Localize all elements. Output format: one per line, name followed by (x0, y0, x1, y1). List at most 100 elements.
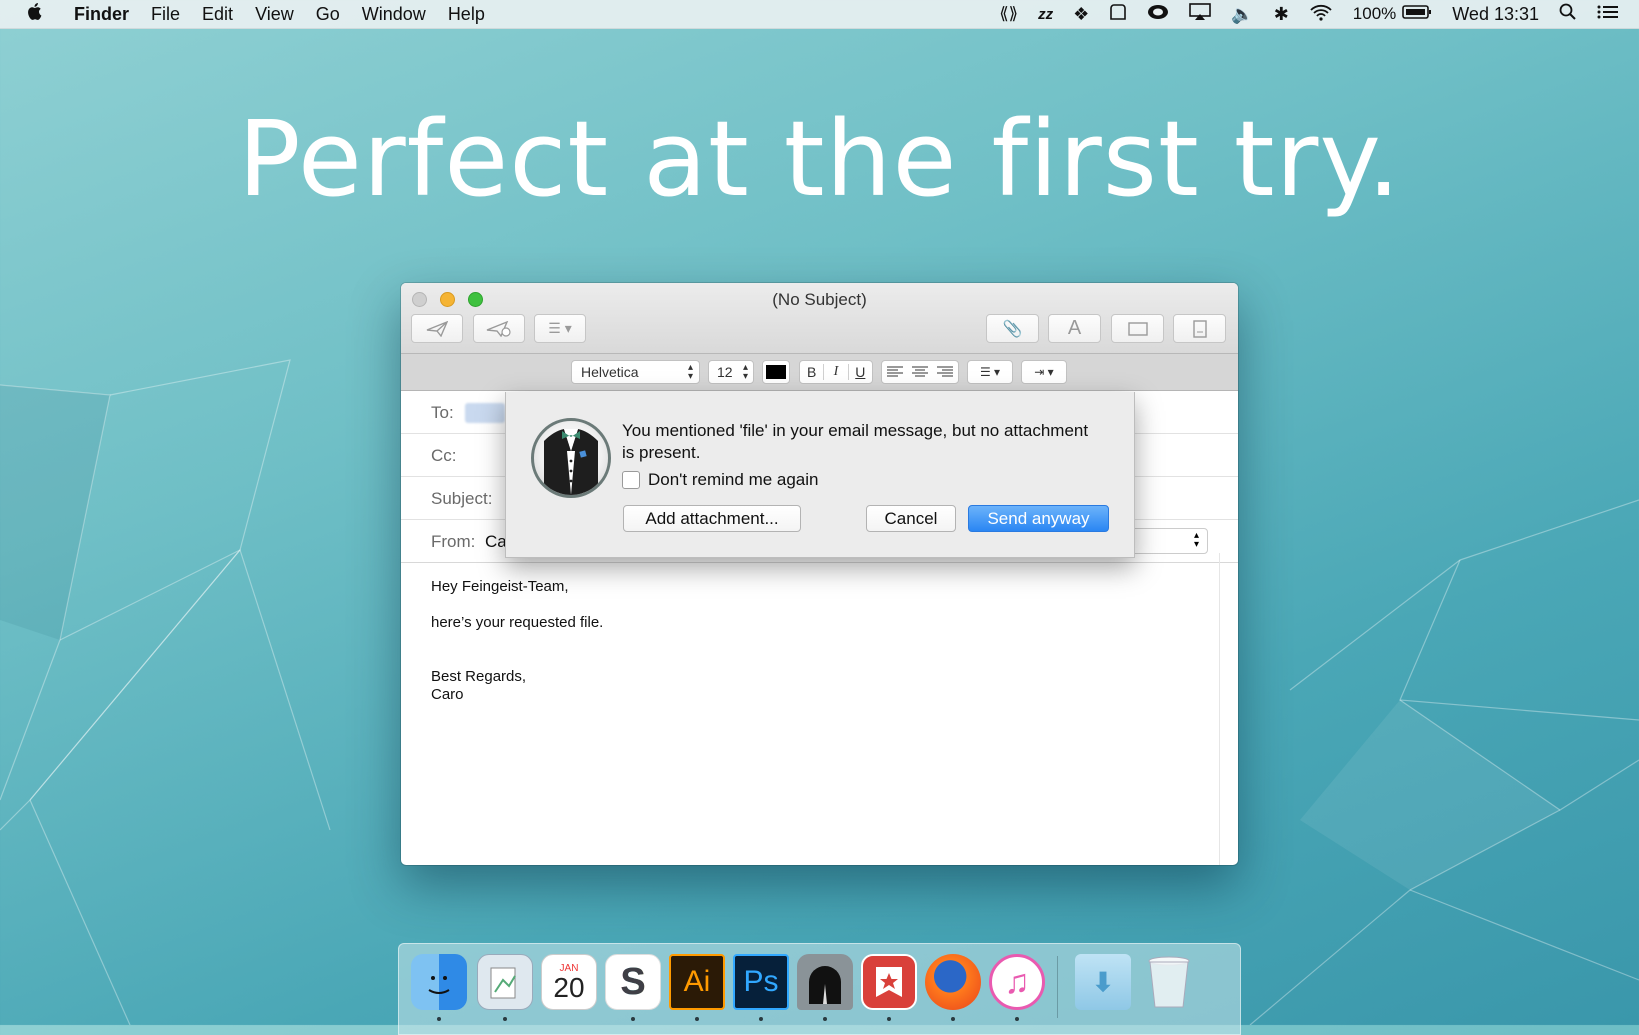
indent-select[interactable]: ⇥ ▾ (1021, 360, 1067, 384)
dropbox-icon[interactable]: ❖ (1073, 4, 1089, 25)
from-label: From: (431, 532, 476, 551)
menu-edit[interactable]: Edit (202, 4, 233, 25)
illustrator-icon[interactable]: Ai (669, 954, 725, 1010)
format-bar: Helvetica ▴ ▾ 12 ▴ ▾ B I U ☰ ▾ ⇥ ▾ (401, 354, 1238, 391)
menu-help[interactable]: Help (448, 4, 485, 25)
body-line: Best Regards, (431, 668, 527, 685)
stationery-icon (1192, 319, 1207, 338)
window-title: (No Subject) (772, 290, 867, 309)
calendar-icon[interactable]: JAN 20 (541, 954, 597, 1010)
nzb-icon[interactable]: zz (1038, 6, 1053, 23)
text-color-well[interactable] (762, 360, 790, 384)
body-line: Hey Feingeist-Team, (431, 578, 569, 595)
menu-view[interactable]: View (255, 4, 294, 25)
wunderlist-icon[interactable] (861, 954, 917, 1010)
running-indicator (503, 1017, 507, 1021)
firefox-icon[interactable] (925, 954, 981, 1010)
preview-icon[interactable] (477, 954, 533, 1010)
align-left-icon[interactable] (886, 366, 903, 378)
running-indicator (823, 1017, 827, 1021)
finder-icon[interactable] (411, 954, 467, 1010)
spotlight-icon[interactable] (1559, 3, 1577, 26)
send-later-icon (486, 320, 511, 337)
font-format-icon: A (1067, 317, 1082, 339)
subject-label: Subject: (431, 489, 493, 508)
align-center-icon[interactable] (911, 366, 928, 378)
wifi-icon[interactable] (1309, 3, 1333, 26)
menu-app-name[interactable]: Finder (74, 4, 129, 25)
menu-file[interactable]: File (151, 4, 180, 25)
battery-percent: 100% (1352, 4, 1397, 23)
airplay-icon[interactable] (1189, 2, 1212, 26)
list-style-select[interactable]: ☰ ▾ (967, 360, 1013, 384)
stepper-icon: ▴ ▾ (742, 362, 748, 382)
photo-browser-button[interactable] (1111, 314, 1164, 343)
menu-go[interactable]: Go (316, 4, 340, 25)
italic-button[interactable]: I (824, 364, 849, 380)
header-fields-button[interactable]: ☰ ▾ (534, 314, 586, 343)
running-indicator (951, 1017, 955, 1021)
menu-window[interactable]: Window (362, 4, 426, 25)
stationery-button[interactable] (1173, 314, 1226, 343)
send-later-button[interactable] (473, 314, 525, 343)
font-select[interactable]: Helvetica ▴ ▾ (571, 360, 700, 384)
font-size: 12 (717, 364, 733, 380)
creative-cloud-icon[interactable] (1147, 4, 1169, 25)
slack-icon[interactable]: S (605, 954, 661, 1010)
clock[interactable]: Wed 13:31 (1452, 4, 1539, 25)
volume-icon[interactable]: 🔈 (1231, 4, 1253, 25)
list-options-icon: ☰ ▾ (548, 320, 572, 336)
recipient-token[interactable] (465, 403, 505, 423)
trash-icon[interactable] (1141, 954, 1197, 1010)
message-body[interactable]: Hey Feingeist-Team, here’s your requeste… (431, 578, 603, 704)
illustrator-label: Ai (683, 965, 711, 998)
headline: Perfect at the first try. (237, 98, 1402, 220)
tunnel-icon[interactable] (797, 954, 853, 1010)
running-indicator (695, 1017, 699, 1021)
itunes-icon[interactable]: ♫ (989, 954, 1045, 1010)
dropzone-icon[interactable]: ⟪⟫ (999, 4, 1018, 24)
style-group: B I U (799, 360, 873, 384)
send-anyway-button[interactable]: Send anyway (968, 505, 1109, 532)
format-button[interactable]: A (1048, 314, 1101, 343)
attachment-reminder-sheet: You mentioned 'file' in your email messa… (505, 392, 1135, 558)
font-size-select[interactable]: 12 ▴ ▾ (708, 360, 754, 384)
running-indicator (631, 1017, 635, 1021)
cc-label: Cc: (431, 446, 457, 465)
stepper-icon: ▴ ▾ (1193, 530, 1199, 550)
paperclip-icon: 📎 (1002, 320, 1023, 338)
send-button[interactable] (411, 314, 463, 343)
battery-icon[interactable] (1402, 4, 1432, 25)
align-right-icon[interactable] (937, 366, 954, 378)
running-indicator (759, 1017, 763, 1021)
attach-button[interactable]: 📎 (986, 314, 1039, 343)
menu-bar: Finder File Edit View Go Window Help ⟪⟫ … (0, 0, 1639, 29)
photo-browser-icon (1127, 321, 1148, 336)
notification-center-icon[interactable] (1597, 4, 1619, 25)
mail-compose-window: (No Subject) ☰ ▾ 📎 A Helvetica ▴ ▾ 12 ▴ … (401, 283, 1238, 865)
body-line: Caro (431, 686, 464, 703)
apple-icon[interactable] (26, 2, 42, 27)
color-swatch (766, 365, 786, 379)
cancel-button[interactable]: Cancel (866, 505, 956, 532)
font-name: Helvetica (581, 364, 639, 380)
music-note-icon: ♫ (1004, 962, 1030, 1001)
bullet-list-icon: ☰ ▾ (979, 365, 1001, 379)
scroll-divider (1219, 553, 1220, 865)
body-line: here’s your requested file. (431, 614, 604, 631)
stepper-icon: ▴ ▾ (687, 362, 693, 382)
from-value: Ca (485, 532, 507, 551)
photoshop-icon[interactable]: Ps (733, 954, 789, 1010)
status-area: ⟪⟫ zz ❖ 🔈 ✱ 100% Wed 13:31 (999, 0, 1639, 28)
blank-tray-icon[interactable] (1109, 3, 1127, 26)
download-arrow-icon: ⬇ (1092, 966, 1114, 997)
dont-remind-checkbox[interactable]: Don't remind me again (622, 470, 819, 490)
checkbox-box[interactable] (622, 471, 640, 489)
running-indicator (887, 1017, 891, 1021)
downloads-icon[interactable]: ⬇ (1075, 954, 1131, 1010)
add-attachment-button[interactable]: Add attachment... (623, 505, 801, 532)
bold-button[interactable]: B (800, 364, 825, 380)
underline-button[interactable]: U (849, 364, 872, 380)
bluetooth-icon[interactable]: ✱ (1274, 4, 1289, 25)
indent-icon: ⇥ ▾ (1034, 365, 1054, 379)
